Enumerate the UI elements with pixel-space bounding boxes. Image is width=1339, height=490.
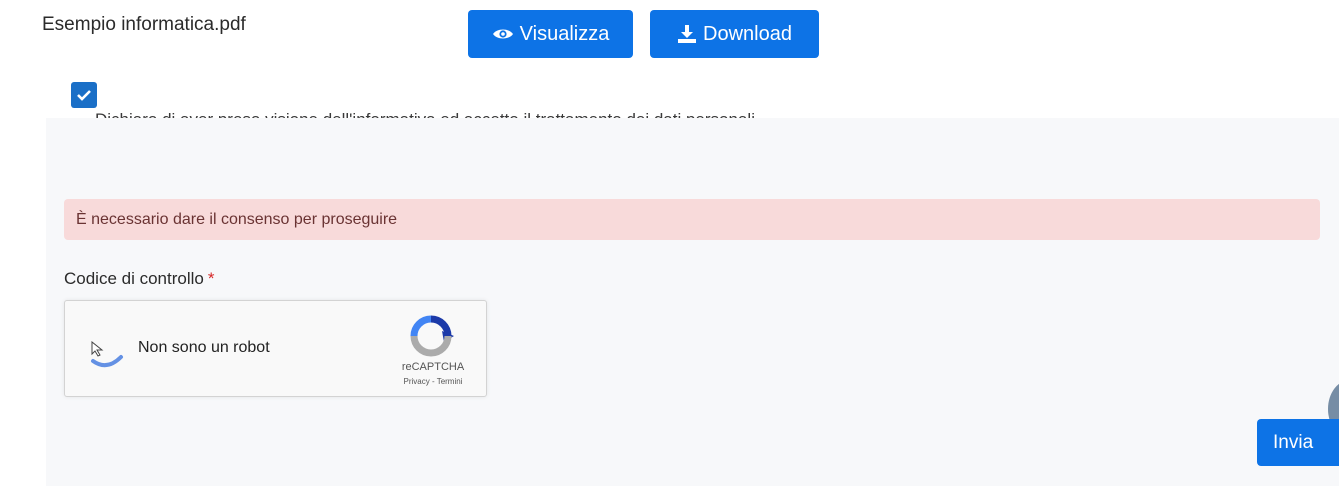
alert-message: È necessario dare il consenso per proseg… xyxy=(76,210,398,228)
mouse-cursor-icon xyxy=(91,341,104,357)
check-icon xyxy=(77,90,91,101)
view-button[interactable]: Visualizza xyxy=(468,10,633,58)
panel-edge xyxy=(12,118,46,490)
recaptcha-logo-icon xyxy=(410,315,454,357)
eye-icon xyxy=(492,27,514,41)
form-panel xyxy=(12,0,1339,490)
required-marker: * xyxy=(207,269,215,288)
download-button[interactable]: Download xyxy=(650,10,819,58)
panel-bottom-edge xyxy=(12,486,1339,490)
recaptcha-brand: reCAPTCHA xyxy=(401,361,465,373)
recaptcha-widget[interactable]: Non sono un robot reCAPTCHA Privacy - Te… xyxy=(64,300,487,397)
consent-checkbox[interactable] xyxy=(71,82,97,108)
consent-error-alert: È necessario dare il consenso per proseg… xyxy=(64,199,1320,240)
not-robot-label: Non sono un robot xyxy=(138,339,270,356)
download-icon xyxy=(677,25,697,43)
page: Esempio informatica.pdf Visualizza Downl… xyxy=(0,0,1339,490)
consent-text: Dichiaro di aver preso visione dell'info… xyxy=(95,110,935,118)
view-button-label: Visualizza xyxy=(519,22,610,45)
captcha-field-label: Codice di controllo * xyxy=(64,269,214,289)
recaptcha-privacy-terms-links[interactable]: Privacy - Termini xyxy=(383,377,483,386)
consent-text-clipped: Dichiaro di aver preso visione dell'info… xyxy=(95,110,935,118)
file-name: Esempio informatica.pdf xyxy=(42,14,246,35)
submit-button[interactable]: Invia xyxy=(1257,419,1339,466)
submit-button-label: Invia xyxy=(1273,431,1314,453)
captcha-label-text: Codice di controllo xyxy=(64,269,204,288)
download-button-label: Download xyxy=(703,22,792,45)
